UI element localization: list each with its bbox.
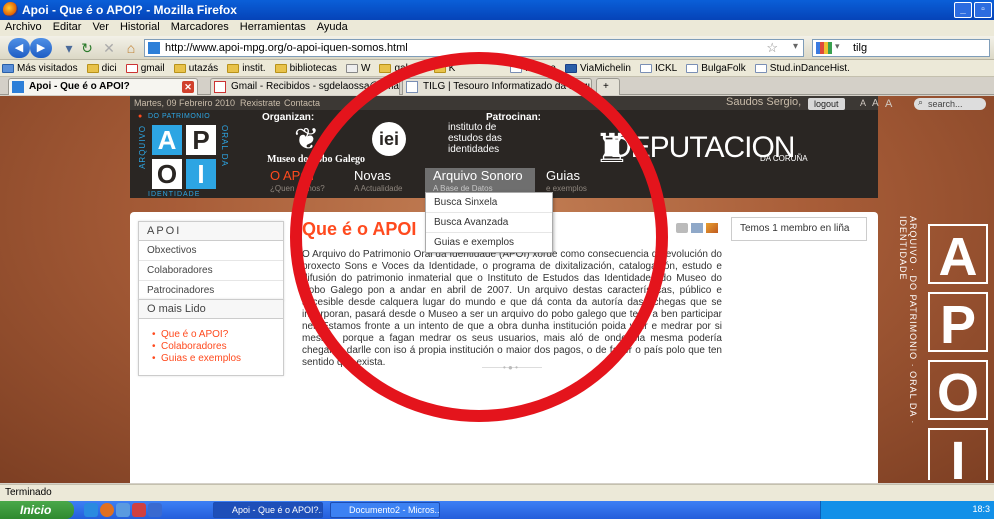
bookmark-viamichelin[interactable]: ViaMichelin [563, 60, 635, 76]
bookmark-utazas[interactable]: utazás [172, 60, 222, 76]
start-button[interactable]: Inicio [0, 501, 74, 519]
reload-icon[interactable]: ↻ [78, 40, 96, 56]
search-value[interactable]: tilg [853, 42, 867, 54]
logout-button[interactable]: logout [808, 98, 845, 110]
history-dropdown-icon[interactable]: ▾ [60, 40, 78, 56]
quicklaunch-ie-icon[interactable] [84, 503, 98, 517]
apoi-logo[interactable]: ● DO PATRIMONIO ARQUIVO A P O I ORAL DA … [138, 113, 252, 198]
url-text[interactable]: http://www.apoi-mpg.org/o-apoi-iquen-som… [165, 42, 408, 54]
bookmark-w[interactable]: W [344, 60, 374, 76]
url-dropdown-icon[interactable]: ▾ [793, 41, 798, 52]
logo-right-text: ORAL DA [220, 125, 229, 167]
menu-marcadores[interactable]: Marcadores [166, 20, 235, 33]
logo-bottom-text: IDENTIDADE [148, 191, 201, 198]
apoi-box-title: APOI [139, 222, 283, 241]
email-icon[interactable] [691, 223, 703, 233]
apoi-favicon-icon [12, 81, 24, 93]
bookmark-bibliotecas[interactable]: bibliotecas [273, 60, 341, 76]
quicklaunch-desktop-icon[interactable] [148, 503, 162, 517]
logo-letter-i: I [186, 159, 216, 189]
menu-editar[interactable]: Editar [48, 20, 88, 33]
font-size-small[interactable]: A [860, 98, 866, 108]
forward-button[interactable]: ▶ [30, 38, 52, 58]
google-engine-icon[interactable] [816, 42, 832, 54]
pdf-icon[interactable] [706, 223, 718, 233]
popular-item-colaboradores[interactable]: Colaboradores [152, 341, 273, 353]
home-icon[interactable]: ⌂ [122, 40, 140, 56]
status-text: Terminado [5, 487, 52, 498]
maximize-button[interactable]: ▫ [974, 2, 992, 18]
contact-link[interactable]: Contacta [284, 98, 320, 108]
quicklaunch-media-icon[interactable] [116, 503, 130, 517]
side-letter-a: A [928, 224, 988, 287]
menu-archivo[interactable]: Archivo [0, 20, 48, 33]
tab-apoi[interactable]: Apoi - Que é o APOI? ✕ [8, 78, 198, 95]
sidebar-item-obxectivos[interactable]: Obxectivos [139, 241, 283, 261]
taskbar-firefox[interactable]: Apoi - Que é o APOI?... [213, 502, 323, 518]
windows-taskbar: Inicio Apoi - Que é o APOI?... Documento… [0, 501, 994, 519]
logo-top-text: DO PATRIMONIO [148, 113, 211, 120]
bookmark-star-icon[interactable]: ☆ [766, 40, 778, 56]
clock: 18:3 [972, 504, 990, 514]
bookmark-mas-visitados[interactable]: Más visitados [0, 60, 82, 76]
window-title: Apoi - Que é o APOI? - Mozilla Firefox [22, 3, 237, 17]
minimize-button[interactable]: _ [954, 2, 972, 18]
greeting-text: Saudos Sergio, [726, 96, 802, 108]
popular-box-title: O mais Lido [139, 300, 283, 319]
system-tray: 18:3 [820, 501, 994, 519]
side-letter-i: I [928, 428, 988, 483]
bookmark-gmail[interactable]: gmail [124, 60, 169, 76]
side-letter-p: P [928, 292, 988, 355]
firefox-icon [3, 2, 18, 17]
menu-herramientas[interactable]: Herramientas [235, 20, 312, 33]
site-favicon-icon [148, 42, 160, 54]
gmail-favicon-icon [214, 81, 226, 93]
popular-item-que-e-o-apoi[interactable]: Que é o APOI? [152, 329, 273, 341]
logo-left-text: ARQUIVO [138, 125, 147, 169]
menu-ver[interactable]: Ver [87, 20, 115, 33]
popular-list: Que é o APOI? Colaboradores Guias e exem… [139, 319, 283, 375]
side-letter-o: O [928, 360, 988, 423]
deputacion-sub: DA CORUÑA [760, 154, 808, 163]
side-vertical-text: ARQUIVO · DO PATRIMONIO · ORAL DA · IDEN… [898, 216, 918, 425]
logo-letter-a: A [152, 125, 182, 155]
logo-letter-o: O [152, 159, 182, 189]
menu-ayuda[interactable]: Ayuda [312, 20, 354, 33]
menu-bar: Archivo Editar Ver Historial Marcadores Herra… [0, 20, 994, 36]
date-text: Martes, 09 Febreiro 2010 [134, 98, 236, 108]
browser-search-input[interactable]: ▾ tilg [812, 39, 990, 57]
register-link[interactable]: Rexistrate [240, 98, 281, 108]
quicklaunch-firefox-icon[interactable] [100, 503, 114, 517]
bookmark-studindancehist[interactable]: Stud.inDanceHist. [753, 60, 854, 76]
sidebar-item-patrocinadores[interactable]: Patrocinadores [139, 281, 283, 300]
font-size-large[interactable]: A [885, 98, 892, 110]
site-search-input[interactable]: search... [914, 98, 986, 110]
taskbar-word[interactable]: Documento2 - Micros... [330, 502, 440, 518]
apoi-menu-box: APOI Obxectivos Colaboradores Patrocinad… [138, 221, 284, 301]
bookmark-instit[interactable]: instit. [225, 60, 269, 76]
stop-icon[interactable]: ✕ [100, 40, 118, 56]
bookmark-bulgafolk[interactable]: BulgaFolk [684, 60, 749, 76]
menu-historial[interactable]: Historial [115, 20, 166, 33]
font-size-medium[interactable]: A [872, 98, 879, 109]
back-button[interactable]: ◀ [8, 38, 30, 58]
status-bar: Terminado [0, 484, 994, 501]
online-members-box: Temos 1 membro en liña [731, 217, 867, 241]
logo-letter-p: P [186, 125, 216, 155]
close-tab-icon[interactable]: ✕ [182, 81, 194, 93]
print-icon[interactable] [676, 223, 688, 233]
window-title-bar: Apoi - Que é o APOI? - Mozilla Firefox _… [0, 0, 994, 20]
popular-item-guias[interactable]: Guias e exemplos [152, 353, 273, 365]
bookmark-dici[interactable]: dici [85, 60, 121, 76]
bookmark-ickl[interactable]: ICKL [638, 60, 681, 76]
popular-box: O mais Lido Que é o APOI? Colaboradores … [138, 299, 284, 376]
annotation-circle [290, 52, 668, 422]
new-tab-button[interactable]: + [596, 78, 620, 95]
search-icon: ⌕ [918, 97, 924, 107]
engine-dropdown-icon[interactable]: ▾ [835, 41, 840, 52]
quicklaunch-app-icon[interactable] [132, 503, 146, 517]
sidebar-item-colaboradores[interactable]: Colaboradores [139, 261, 283, 281]
